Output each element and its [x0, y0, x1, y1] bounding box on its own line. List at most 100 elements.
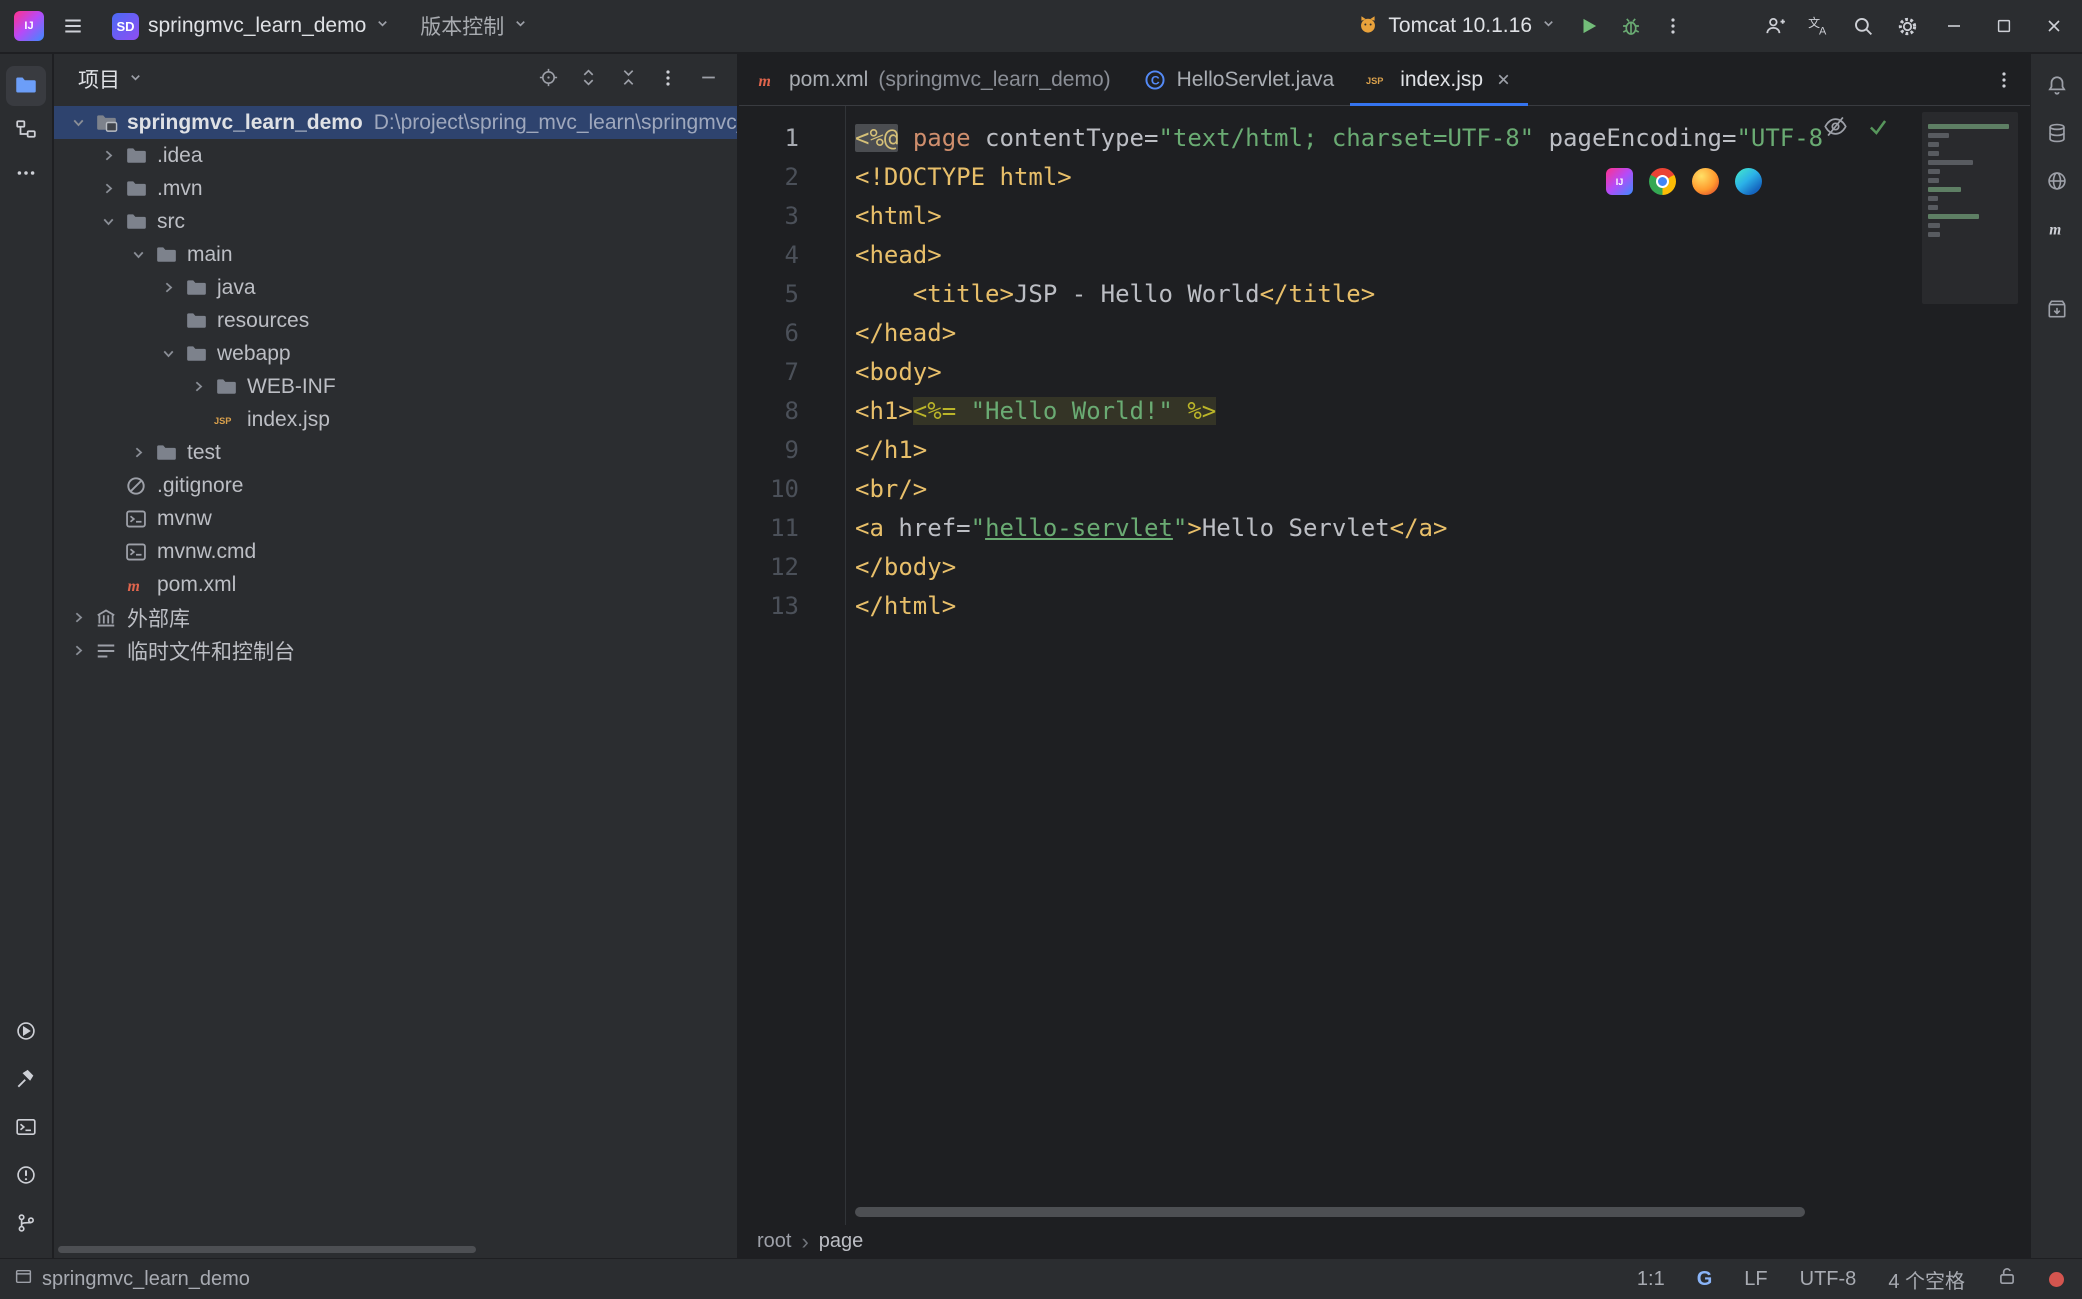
editor-body[interactable]: 1<%@ page contentType="text/html; charse… — [739, 106, 2030, 1225]
line-separator[interactable]: LF — [1744, 1268, 1767, 1291]
line-number[interactable]: 11 — [739, 509, 845, 548]
run-configuration-selector[interactable]: Tomcat 10.1.16 — [1347, 7, 1566, 46]
tree-row-gitignore[interactable]: .gitignore — [54, 469, 737, 502]
indent-setting[interactable]: 4 个空格 — [1888, 1265, 1965, 1294]
main-menu-button[interactable] — [54, 7, 92, 45]
editor-hscrollbar[interactable] — [855, 1207, 1805, 1217]
tree-row-resources[interactable]: resources — [54, 304, 737, 337]
line-number[interactable]: 12 — [739, 548, 845, 587]
more-actions-button[interactable] — [1654, 7, 1692, 45]
code-line-7[interactable]: 7<body> — [739, 353, 2030, 392]
tree-row-mvnw[interactable]: mvnw — [54, 502, 737, 535]
tab-helloservlet-java[interactable]: CHelloServlet.java — [1127, 54, 1351, 105]
tree-row-mvnw-cmd[interactable]: mvnw.cmd — [54, 535, 737, 568]
line-number[interactable]: 6 — [739, 314, 845, 353]
tree-row-java[interactable]: java — [54, 271, 737, 304]
chevron-right-icon[interactable] — [186, 375, 210, 399]
tree-row-webapp[interactable]: webapp — [54, 337, 737, 370]
chrome-browser-icon[interactable] — [1649, 168, 1676, 195]
lock-icon[interactable] — [1997, 1266, 2017, 1292]
tab-index-jsp[interactable]: JSPindex.jsp — [1350, 54, 1528, 105]
chevron-down-icon[interactable] — [96, 210, 120, 234]
file-encoding[interactable]: UTF-8 — [1800, 1268, 1857, 1291]
panel-options-button[interactable] — [651, 62, 685, 96]
chevron-right-icon[interactable] — [126, 441, 150, 465]
inspection-widget[interactable] — [1823, 114, 1890, 144]
tree-row-[interactable]: 临时文件和控制台 — [54, 634, 737, 667]
line-number[interactable]: 2 — [739, 158, 845, 197]
firefox-browser-icon[interactable] — [1692, 168, 1719, 195]
code-line-11[interactable]: 11<a href="hello-servlet">Hello Servlet<… — [739, 509, 2030, 548]
minimap[interactable] — [1922, 112, 2018, 304]
locate-file-button[interactable] — [531, 62, 565, 96]
endpoints-button[interactable] — [2037, 162, 2077, 202]
problems-button[interactable] — [6, 1156, 46, 1196]
line-number[interactable]: 8 — [739, 392, 845, 431]
edge-browser-icon[interactable] — [1735, 168, 1762, 195]
line-number[interactable]: 13 — [739, 587, 845, 626]
tree-row-mvn[interactable]: .mvn — [54, 172, 737, 205]
project-button[interactable] — [6, 66, 46, 106]
tree-row-idea[interactable]: .idea — [54, 139, 737, 172]
idea-browser-icon[interactable]: IJ — [1606, 168, 1633, 195]
tree-row-pom-xml[interactable]: mpom.xml — [54, 568, 737, 601]
chevron-down-icon[interactable] — [156, 342, 180, 366]
tab-pom-xml[interactable]: mpom.xml(springmvc_learn_demo) — [739, 54, 1127, 105]
services-button[interactable] — [6, 1012, 46, 1052]
tree-row-[interactable]: 外部库 — [54, 601, 737, 634]
code-line-10[interactable]: 10<br/> — [739, 470, 2030, 509]
eye-off-icon[interactable] — [1823, 114, 1848, 144]
code-line-13[interactable]: 13</html> — [739, 587, 2030, 626]
breadcrumb-root[interactable]: root — [757, 1230, 791, 1253]
dependencies-button[interactable] — [2037, 290, 2077, 330]
line-number[interactable]: 1 — [739, 119, 845, 158]
code-line-2[interactable]: 2<!DOCTYPE html> — [739, 158, 2030, 197]
tree-row-main[interactable]: main — [54, 238, 737, 271]
project-panel-hscrollbar[interactable] — [58, 1246, 476, 1253]
maven-button[interactable]: m — [2037, 210, 2077, 250]
line-number[interactable]: 10 — [739, 470, 845, 509]
tree-row-src[interactable]: src — [54, 205, 737, 238]
terminal-button[interactable] — [6, 1108, 46, 1148]
project-panel-title-dropdown[interactable]: 项目 — [70, 60, 151, 98]
chevron-right-icon[interactable] — [66, 639, 90, 663]
line-number[interactable]: 3 — [739, 197, 845, 236]
code-line-5[interactable]: 5 <title>JSP - Hello World</title> — [739, 275, 2030, 314]
hide-panel-button[interactable] — [691, 62, 725, 96]
tree-row-springmvc-learn-demo[interactable]: springmvc_learn_demoD:\project\spring_mv… — [54, 106, 737, 139]
code-line-8[interactable]: 8<h1><%= "Hello World!" %> — [739, 392, 2030, 431]
collapse-all-button[interactable] — [611, 62, 645, 96]
project-selector[interactable]: SD springmvc_learn_demo — [102, 7, 400, 46]
line-number[interactable]: 5 — [739, 275, 845, 314]
code-area[interactable]: 1<%@ page contentType="text/html; charse… — [739, 106, 2030, 1225]
vcs-widget[interactable]: 版本控制 — [410, 5, 538, 47]
code-line-12[interactable]: 12</body> — [739, 548, 2030, 587]
close-tab-icon[interactable] — [1495, 71, 1512, 88]
run-button[interactable] — [1570, 7, 1608, 45]
debug-button[interactable] — [1612, 7, 1650, 45]
line-number[interactable]: 9 — [739, 431, 845, 470]
search-everywhere-button[interactable] — [1844, 7, 1882, 45]
line-number[interactable]: 7 — [739, 353, 845, 392]
chevron-down-icon[interactable] — [66, 111, 90, 135]
tree-row-web-inf[interactable]: WEB-INF — [54, 370, 737, 403]
build-button[interactable] — [6, 1060, 46, 1100]
translate-status-icon[interactable]: G — [1697, 1268, 1713, 1291]
code-line-9[interactable]: 9</h1> — [739, 431, 2030, 470]
tree-row-test[interactable]: test — [54, 436, 737, 469]
structure-button[interactable] — [6, 110, 46, 150]
translate-button[interactable]: 文A — [1800, 7, 1838, 45]
chevron-right-icon[interactable] — [156, 276, 180, 300]
minimize-button[interactable] — [1932, 6, 1976, 46]
expand-all-button[interactable] — [571, 62, 605, 96]
tab-options-button[interactable] — [1986, 62, 2022, 98]
caret-position[interactable]: 1:1 — [1637, 1268, 1665, 1291]
chevron-right-icon[interactable] — [96, 177, 120, 201]
code-line-4[interactable]: 4<head> — [739, 236, 2030, 275]
version-control-button[interactable] — [6, 1204, 46, 1244]
database-button[interactable] — [2037, 114, 2077, 154]
settings-button[interactable] — [1888, 7, 1926, 45]
error-indicator[interactable] — [2049, 1272, 2064, 1287]
breadcrumb-page[interactable]: page — [819, 1230, 864, 1253]
notifications-button[interactable] — [2037, 66, 2077, 106]
